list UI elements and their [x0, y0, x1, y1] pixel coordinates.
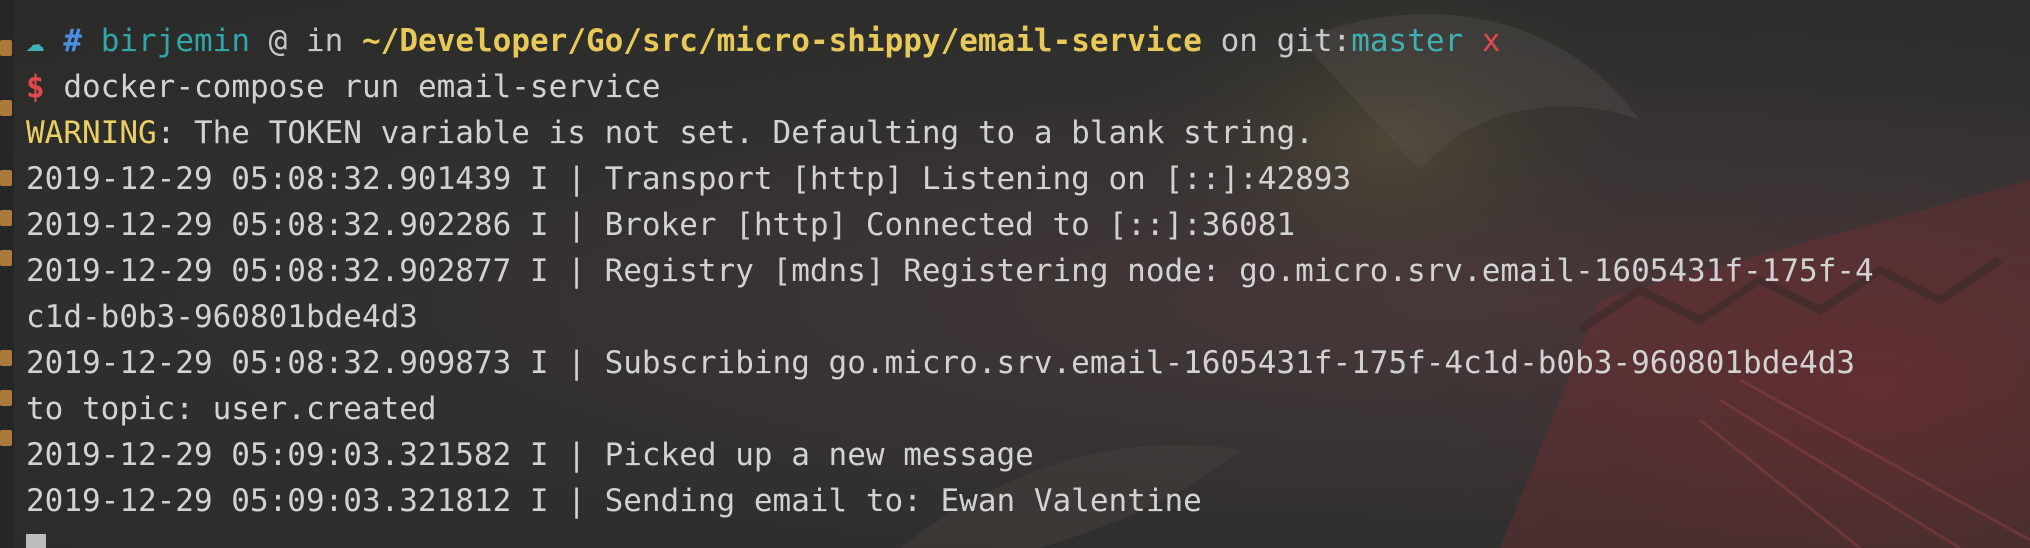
log-line: c1d-b0b3-960801bde4d3	[26, 299, 418, 335]
command-line: $ docker-compose run email-service	[26, 64, 2020, 110]
prompt-on: on	[1220, 23, 1258, 59]
warning-line: WARNING: The TOKEN variable is not set. …	[26, 110, 2020, 156]
prompt-git-label: git:	[1276, 23, 1352, 59]
cloud-icon: ☁	[26, 23, 45, 59]
terminal-window[interactable]: ☁ # birjemin @ in ~/Developer/Go/src/mic…	[0, 0, 2030, 548]
prompt-user: birjemin	[100, 23, 250, 59]
cursor-line	[26, 524, 2020, 548]
text-cursor[interactable]	[26, 534, 46, 548]
warning-label: WARNING	[26, 115, 157, 151]
prompt-dollar: $	[26, 69, 45, 105]
prompt-path: ~/Developer/Go/src/micro-shippy/email-se…	[362, 23, 1202, 59]
prompt-in: in	[306, 23, 344, 59]
log-line: 2019-12-29 05:08:32.902286 I | Broker [h…	[26, 207, 1296, 243]
log-line: 2019-12-29 05:08:32.902877 I | Registry …	[26, 253, 1874, 289]
warning-text: : The TOKEN variable is not set. Default…	[156, 115, 1314, 151]
prompt-at: @	[268, 23, 288, 59]
prompt-hash: #	[63, 23, 83, 59]
prompt-line: ☁ # birjemin @ in ~/Developer/Go/src/mic…	[26, 18, 2020, 64]
log-line: 2019-12-29 05:08:32.901439 I | Transport…	[26, 161, 1352, 197]
log-line: to topic: user.created	[26, 391, 437, 427]
prompt-git-branch: master	[1351, 23, 1464, 59]
command-text: docker-compose run email-service	[63, 69, 661, 105]
log-line: 2019-12-29 05:08:32.909873 I | Subscribi…	[26, 345, 1856, 381]
terminal-output: ☁ # birjemin @ in ~/Developer/Go/src/mic…	[26, 18, 2020, 548]
log-line: 2019-12-29 05:09:03.321582 I | Picked up…	[26, 437, 1034, 473]
prompt-dirty-marker: x	[1481, 23, 1501, 59]
left-edge-strip	[0, 0, 14, 548]
log-line: 2019-12-29 05:09:03.321812 I | Sending e…	[26, 483, 1202, 519]
